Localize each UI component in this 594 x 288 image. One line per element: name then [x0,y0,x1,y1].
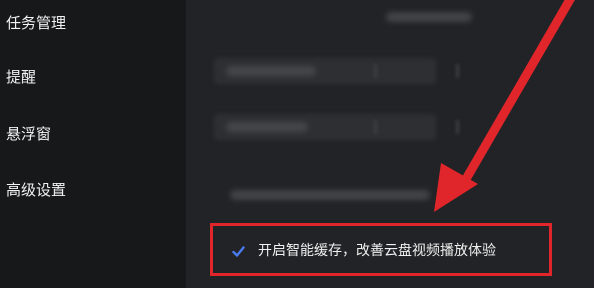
red-arrow-annotation [434,0,575,212]
settings-window: 任务管理 提醒 悬浮窗 高级设置 开启智能缓存，改善云盘视频播放体验 [0,0,594,288]
